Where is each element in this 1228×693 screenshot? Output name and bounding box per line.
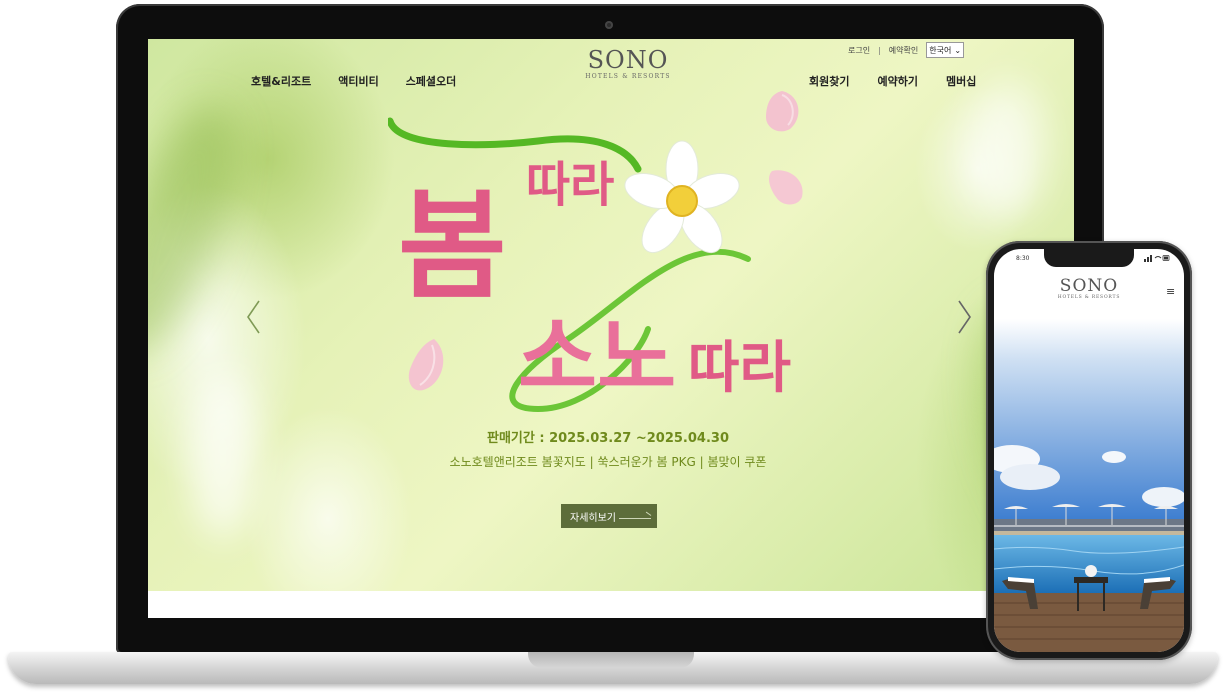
utility-bar: 로그인 | 예약확인 한국어 ⌄ bbox=[848, 42, 965, 58]
sale-period: 판매기간 : 2025.03.27 ~2025.04.30 bbox=[487, 431, 729, 446]
member-nav: 회원찾기 예약하기 멤버십 bbox=[809, 73, 976, 89]
hamburger-icon[interactable]: ≡ bbox=[1166, 285, 1175, 298]
next-slide-icon[interactable] bbox=[954, 297, 974, 337]
language-select[interactable]: 한국어 ⌄ bbox=[926, 42, 965, 58]
title-spring-small: 따라 bbox=[526, 157, 614, 213]
laptop-open-notch bbox=[528, 652, 694, 668]
title-sono-big: 소노 bbox=[518, 308, 676, 408]
hero-banner: 로그인 | 예약확인 한국어 ⌄ SONO HOTELS & RESORTS 호… bbox=[148, 39, 1074, 591]
login-link[interactable]: 로그인 bbox=[848, 45, 870, 56]
phone-brand-name: SONO bbox=[1059, 276, 1119, 296]
detail-button[interactable]: 자세히보기 bbox=[561, 504, 657, 528]
reservation-check-link[interactable]: 예약확인 bbox=[889, 45, 918, 56]
phone-brand-logo[interactable]: SONO HOTELS & RESORTS bbox=[1042, 277, 1136, 300]
camera-icon bbox=[605, 21, 613, 29]
nav-membership[interactable]: 멤버십 bbox=[946, 73, 976, 89]
phone-brand-subtitle: HOTELS & RESORTS bbox=[1057, 295, 1121, 300]
nav-special-order[interactable]: 스페셜오더 bbox=[406, 73, 457, 89]
phone-frame: 8:30 SONO HOTELS & RESORTS ≡ bbox=[986, 241, 1192, 660]
brand-logo[interactable]: SONO HOTELS & RESORTS bbox=[578, 47, 678, 80]
title-sono-small: 따라 bbox=[688, 336, 791, 401]
title-spring-big: 봄 bbox=[398, 177, 507, 315]
detail-button-label: 자세히보기 bbox=[570, 512, 616, 524]
blurred-flower bbox=[188, 369, 258, 539]
promo-description: 소노호텔앤리조트 봄꽃지도 | 쑥스러운가 봄 PKG | 봄맞이 쿠폰 bbox=[449, 455, 767, 469]
blurred-flower bbox=[968, 79, 1048, 219]
nav-activity[interactable]: 액티비티 bbox=[338, 73, 378, 89]
nav-reservation[interactable]: 예약하기 bbox=[877, 73, 917, 89]
phone-notch bbox=[1044, 249, 1134, 267]
brand-subtitle: HOTELS & RESORTS bbox=[585, 73, 671, 80]
phone-hero-photo bbox=[994, 319, 1184, 652]
nav-hotel-resort[interactable]: 호텔&리조트 bbox=[251, 73, 311, 89]
language-value: 한국어 bbox=[929, 45, 952, 55]
nav-find-member[interactable]: 회원찾기 bbox=[809, 73, 849, 89]
phone-time: 8:30 bbox=[1016, 255, 1030, 262]
primary-nav: 호텔&리조트 액티비티 스페셜오더 bbox=[251, 73, 456, 89]
hero-title-graphic: 봄 따라 소노 따라 bbox=[388, 117, 791, 413]
arrow-right-icon bbox=[619, 518, 651, 519]
chevron-down-icon: ⌄ bbox=[954, 45, 962, 55]
phone-screen: 8:30 SONO HOTELS & RESORTS ≡ bbox=[994, 249, 1184, 652]
brand-name: SONO bbox=[587, 46, 669, 74]
laptop-screen: 로그인 | 예약확인 한국어 ⌄ SONO HOTELS & RESORTS 호… bbox=[148, 39, 1074, 618]
signal-battery-icon bbox=[1144, 255, 1170, 262]
prev-slide-icon[interactable] bbox=[244, 297, 264, 337]
utility-separator: | bbox=[878, 45, 881, 55]
daisy-flower-icon bbox=[624, 140, 740, 254]
blurred-leaf bbox=[148, 91, 260, 367]
